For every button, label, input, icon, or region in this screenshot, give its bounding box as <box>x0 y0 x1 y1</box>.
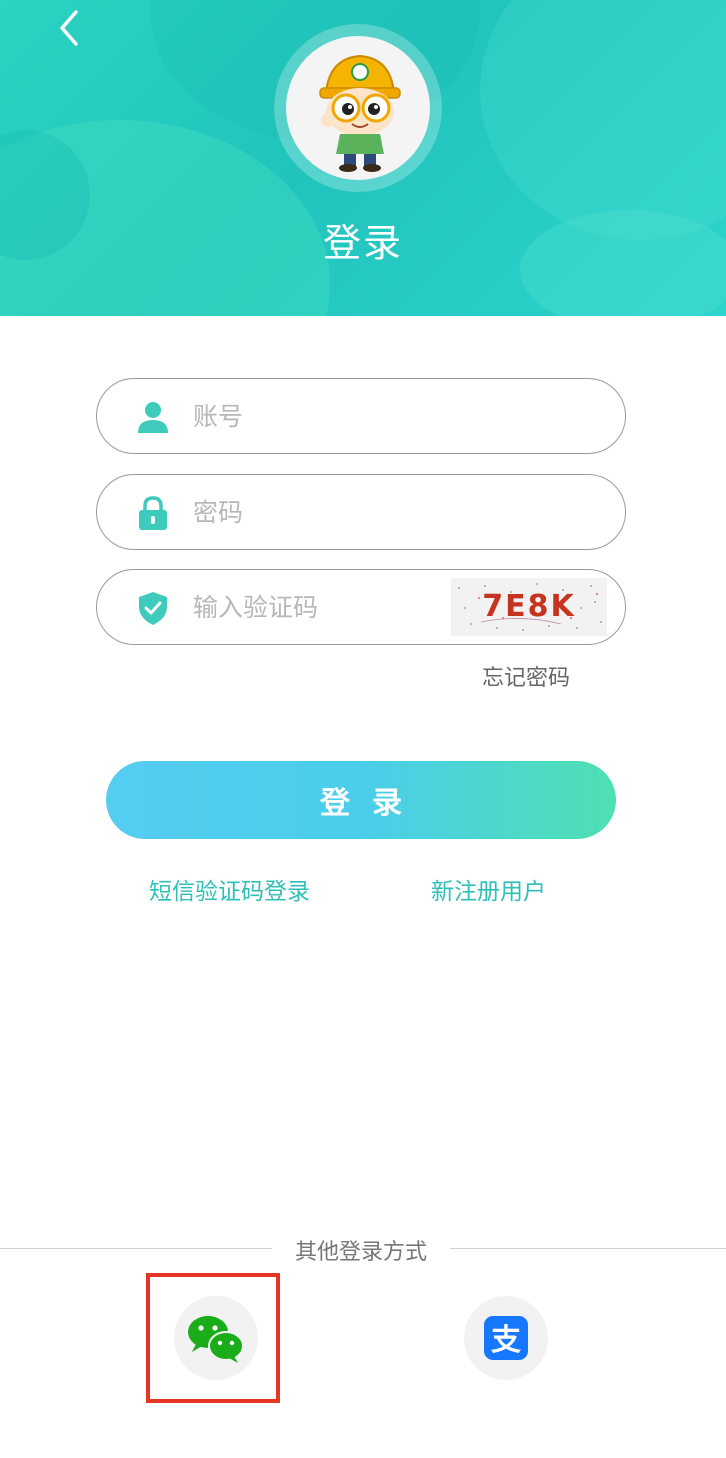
header-banner: 登录 <box>0 0 726 316</box>
register-link[interactable]: 新注册用户 <box>431 872 546 906</box>
lock-icon <box>139 496 167 530</box>
decorative-shape <box>480 0 726 240</box>
other-login-label: 其他登录方式 <box>294 1240 427 1265</box>
alipay-icon: 支 <box>484 1316 528 1360</box>
shield-check-icon <box>139 592 167 625</box>
page-title: 登录 <box>322 221 403 265</box>
svg-text:支: 支 <box>491 1323 521 1358</box>
back-button[interactable] <box>50 6 94 50</box>
account-input[interactable] <box>193 393 533 439</box>
divider-right <box>450 1248 726 1249</box>
login-button[interactable]: 登录 <box>106 761 616 839</box>
sms-login-link[interactable]: 短信验证码登录 <box>149 872 310 906</box>
captcha-code: 7E8K <box>482 589 576 624</box>
forgot-password-link[interactable]: 忘记密码 <box>482 660 570 692</box>
cartoon-mascot-avatar <box>319 54 401 172</box>
captcha-image[interactable]: 7E8K <box>451 578 607 636</box>
user-icon <box>138 402 168 433</box>
password-field[interactable] <box>96 474 626 550</box>
password-input[interactable] <box>193 489 533 535</box>
chevron-left-icon <box>60 10 78 46</box>
captcha-input[interactable] <box>193 584 433 630</box>
divider-left <box>0 1248 272 1249</box>
avatar <box>286 36 430 180</box>
captcha-field[interactable]: 7E8K <box>96 569 626 645</box>
selection-highlight-box <box>146 1273 280 1403</box>
alipay-login-button[interactable]: 支 <box>464 1296 548 1380</box>
account-field[interactable] <box>96 378 626 454</box>
